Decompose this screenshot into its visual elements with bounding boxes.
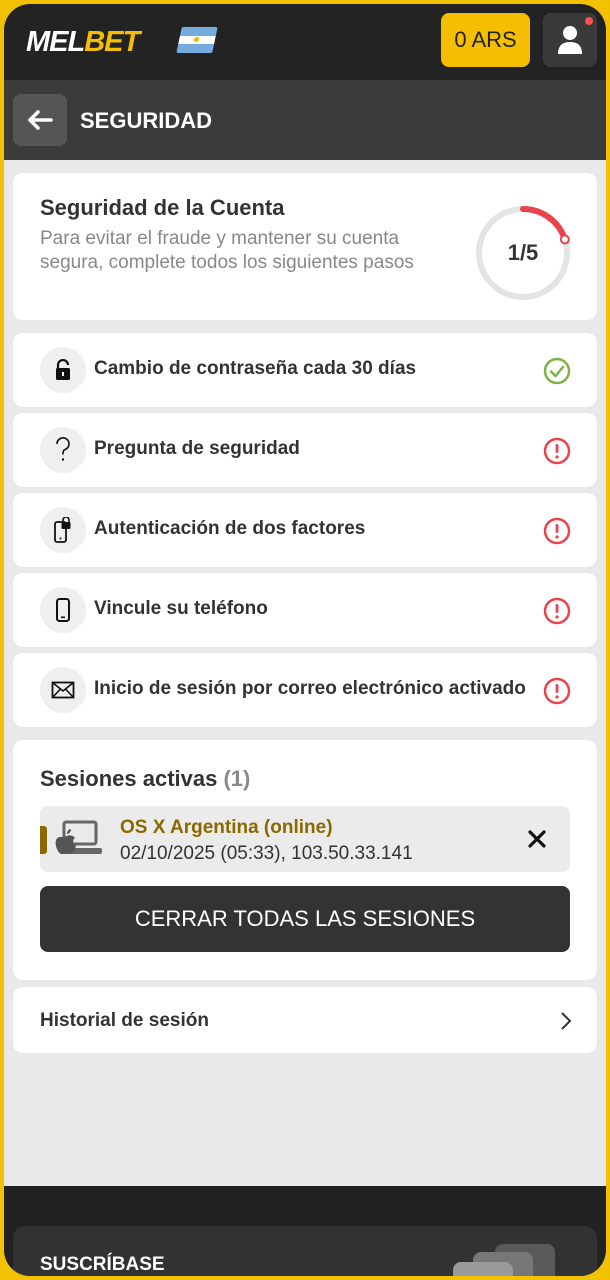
session-history-row[interactable]: Historial de sesión [13,987,597,1053]
subscribe-card[interactable]: SUSCRÍBASE [13,1226,597,1276]
session-info: 02/10/2025 (05:33), 103.50.33.141 [120,843,413,864]
session-name: OS X Argentina (online) [120,817,333,838]
security-item-label: Vincule su teléfono [94,598,268,619]
security-item[interactable]: Pregunta de seguridad [13,413,597,487]
melbet-logo[interactable]: MELBET [26,26,140,59]
check-circle-icon [543,357,571,385]
security-item[interactable]: Vincule su teléfono [13,573,597,647]
page-title: SEGURIDAD [80,108,213,133]
close-icon[interactable] [525,827,549,851]
phone-icon [40,587,86,633]
user-icon [558,26,582,54]
logo-text-mel: MEL [26,26,85,58]
logo-text-bet: BET [84,26,140,58]
security-item-label: Inicio de sesión por correo electrónico … [94,678,526,699]
security-description: Para evitar el fraude y mantener su cuen… [40,228,414,273]
back-button[interactable] [13,94,67,146]
session-row: OS X Argentina (online) 02/10/2025 (05:3… [40,806,570,872]
user-button[interactable] [543,13,597,67]
footer: SUSCRÍBASE [4,1186,606,1276]
question-icon [40,427,86,473]
phone-lock-icon [40,507,86,553]
active-sessions-card: Sesiones activas (1) OS X Argentina (onl… [13,740,597,980]
security-item[interactable]: Inicio de sesión por correo electrónico … [13,653,597,727]
account-security-card: Seguridad de la Cuenta Para evitar el fr… [13,173,597,320]
notification-dot [585,17,593,25]
arrow-left-icon [28,110,53,130]
argentina-flag-icon[interactable] [176,27,218,53]
session-indicator [40,826,47,854]
warning-circle-icon [543,517,571,545]
session-history-label: Historial de sesión [40,1010,209,1031]
security-item-label: Pregunta de seguridad [94,438,300,459]
progress-text: 1/5 [507,240,539,265]
sessions-count: (1) [223,766,251,791]
security-item-label: Autenticación de dos factores [94,518,366,539]
close-all-sessions-button[interactable]: CERRAR TODAS LAS SESIONES [40,886,570,952]
security-title: Seguridad de la Cuenta [40,195,285,220]
sub-header: SEGURIDAD [4,80,606,160]
device-illustration [453,1244,555,1276]
lock-icon [40,347,86,393]
top-bar: MELBET 0 ARS [4,4,606,80]
sessions-title: Sesiones activas (1) [40,766,250,792]
envelope-icon [40,667,86,713]
warning-circle-icon [543,597,571,625]
sessions-title-text: Sesiones activas [40,766,218,791]
subscribe-label: SUSCRÍBASE [40,1254,165,1275]
balance-button[interactable]: 0 ARS [441,13,530,67]
security-item[interactable]: Cambio de contraseña cada 30 días [13,333,597,407]
mac-laptop-icon [55,820,102,854]
security-item[interactable]: Autenticación de dos factores [13,493,597,567]
warning-circle-icon [543,437,571,465]
chevron-right-icon [561,1012,572,1030]
warning-circle-icon [543,677,571,705]
security-item-label: Cambio de contraseña cada 30 días [94,358,417,379]
app-frame: MELBET 0 ARS SEGURIDAD Seguridad de la C… [4,4,606,1276]
